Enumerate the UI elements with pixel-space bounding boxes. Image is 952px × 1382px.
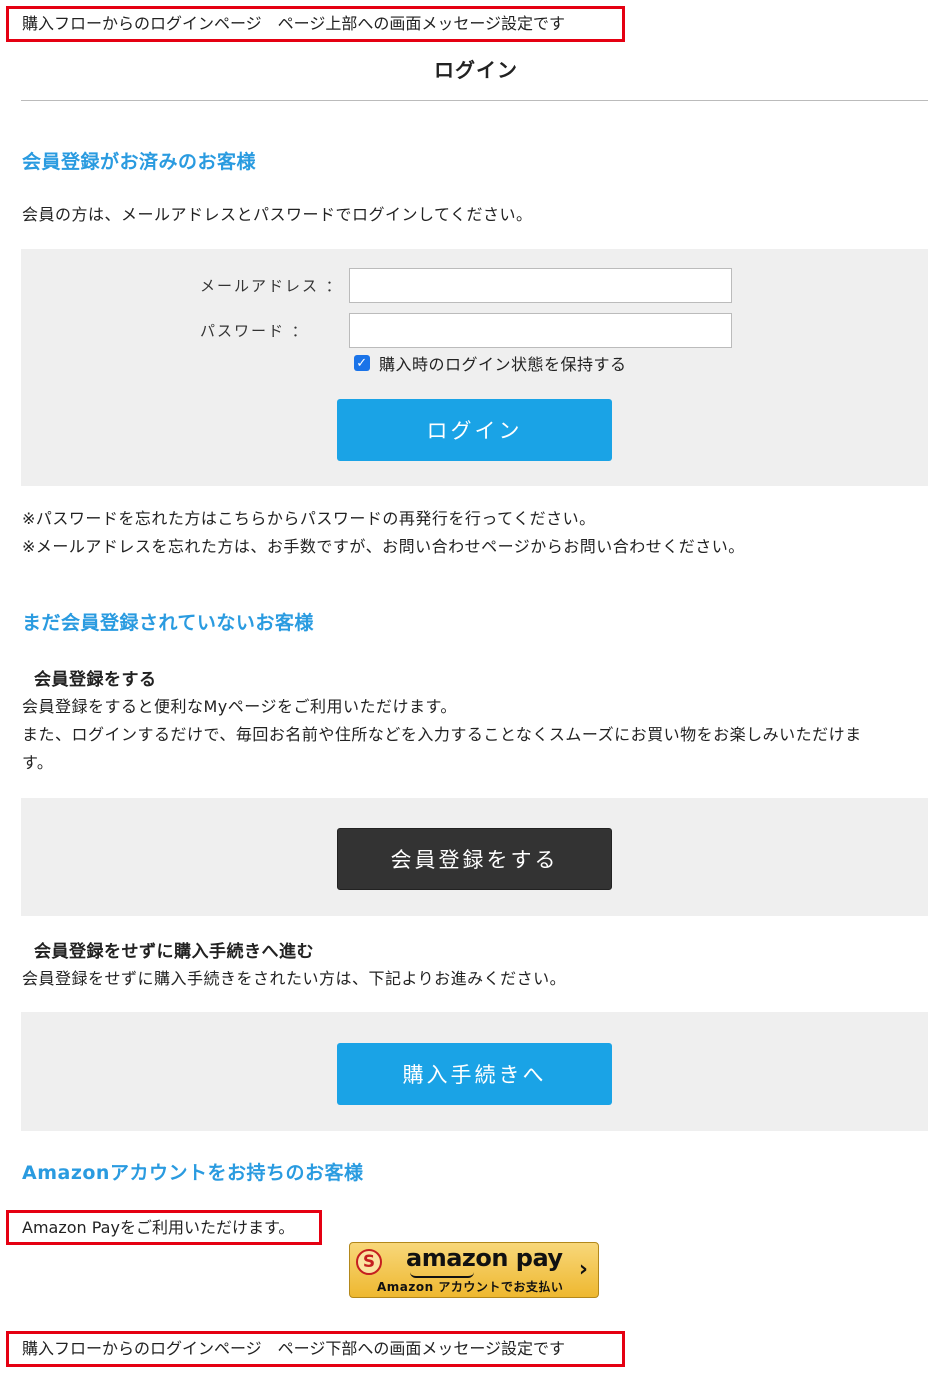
remember-login-checkbox[interactable]: ✓ xyxy=(354,355,370,371)
amazon-pay-logo: amazon pay xyxy=(406,1244,563,1272)
member-intro: 会員の方は、メールアドレスとパスワードでログインしてください。 xyxy=(22,205,533,224)
amazon-pay-button[interactable]: S amazon pay Amazon アカウントでお支払い › xyxy=(349,1242,599,1298)
checkout-button[interactable]: 購入手続きへ xyxy=(337,1043,612,1105)
bottom-screen-message: 購入フローからのログインページ ページ下部への画面メッセージ設定です xyxy=(6,1331,625,1367)
amazon-pay-subtext: Amazon アカウントでお支払い xyxy=(377,1280,564,1294)
password-field[interactable] xyxy=(349,313,732,348)
top-screen-message: 購入フローからのログインページ ページ上部への画面メッセージ設定です xyxy=(6,6,625,42)
amazon-heading: Amazonアカウントをお持ちのお客様 xyxy=(22,1162,364,1184)
checkout-text: 会員登録をせずに購入手続きをされたい方は、下記よりお進みください。 xyxy=(22,969,567,988)
checkout-heading: 会員登録をせずに購入手続きへ進む xyxy=(34,942,314,962)
member-heading: 会員登録がお済みのお客様 xyxy=(22,151,257,173)
register-heading: 会員登録をする xyxy=(34,670,157,690)
forgot-email-note[interactable]: ※メールアドレスを忘れた方は、お手数ですが、お問い合わせページからお問い合わせく… xyxy=(22,533,745,561)
remember-login-label: 購入時のログイン状態を保持する xyxy=(379,355,627,374)
amazon-pay-s-icon: S xyxy=(356,1249,382,1275)
chevron-right-icon: › xyxy=(578,1257,588,1282)
guest-heading: まだ会員登録されていないお客様 xyxy=(22,612,314,634)
amazon-pay-message: Amazon Payをご利用いただけます。 xyxy=(6,1210,322,1245)
register-text-2-cont: す。 xyxy=(22,753,54,772)
email-label: メールアドレス ： xyxy=(200,277,343,295)
register-text-1: 会員登録をすると便利なMyページをご利用いただけます。 xyxy=(22,697,457,716)
register-text-2: また、ログインするだけで、毎回お名前や住所などを入力することなくスムーズにお買い… xyxy=(22,725,862,744)
email-field[interactable] xyxy=(349,268,732,303)
remember-login-row[interactable]: ✓ 購入時のログイン状態を保持する xyxy=(354,351,627,375)
title-divider xyxy=(21,100,928,101)
page-title: ログイン xyxy=(434,58,518,82)
login-button[interactable]: ログイン xyxy=(337,399,612,461)
password-label: パスワード ： xyxy=(200,322,309,340)
register-button[interactable]: 会員登録をする xyxy=(337,828,612,890)
forgot-password-note[interactable]: ※パスワードを忘れた方はこちらからパスワードの再発行を行ってください。 xyxy=(22,505,596,533)
